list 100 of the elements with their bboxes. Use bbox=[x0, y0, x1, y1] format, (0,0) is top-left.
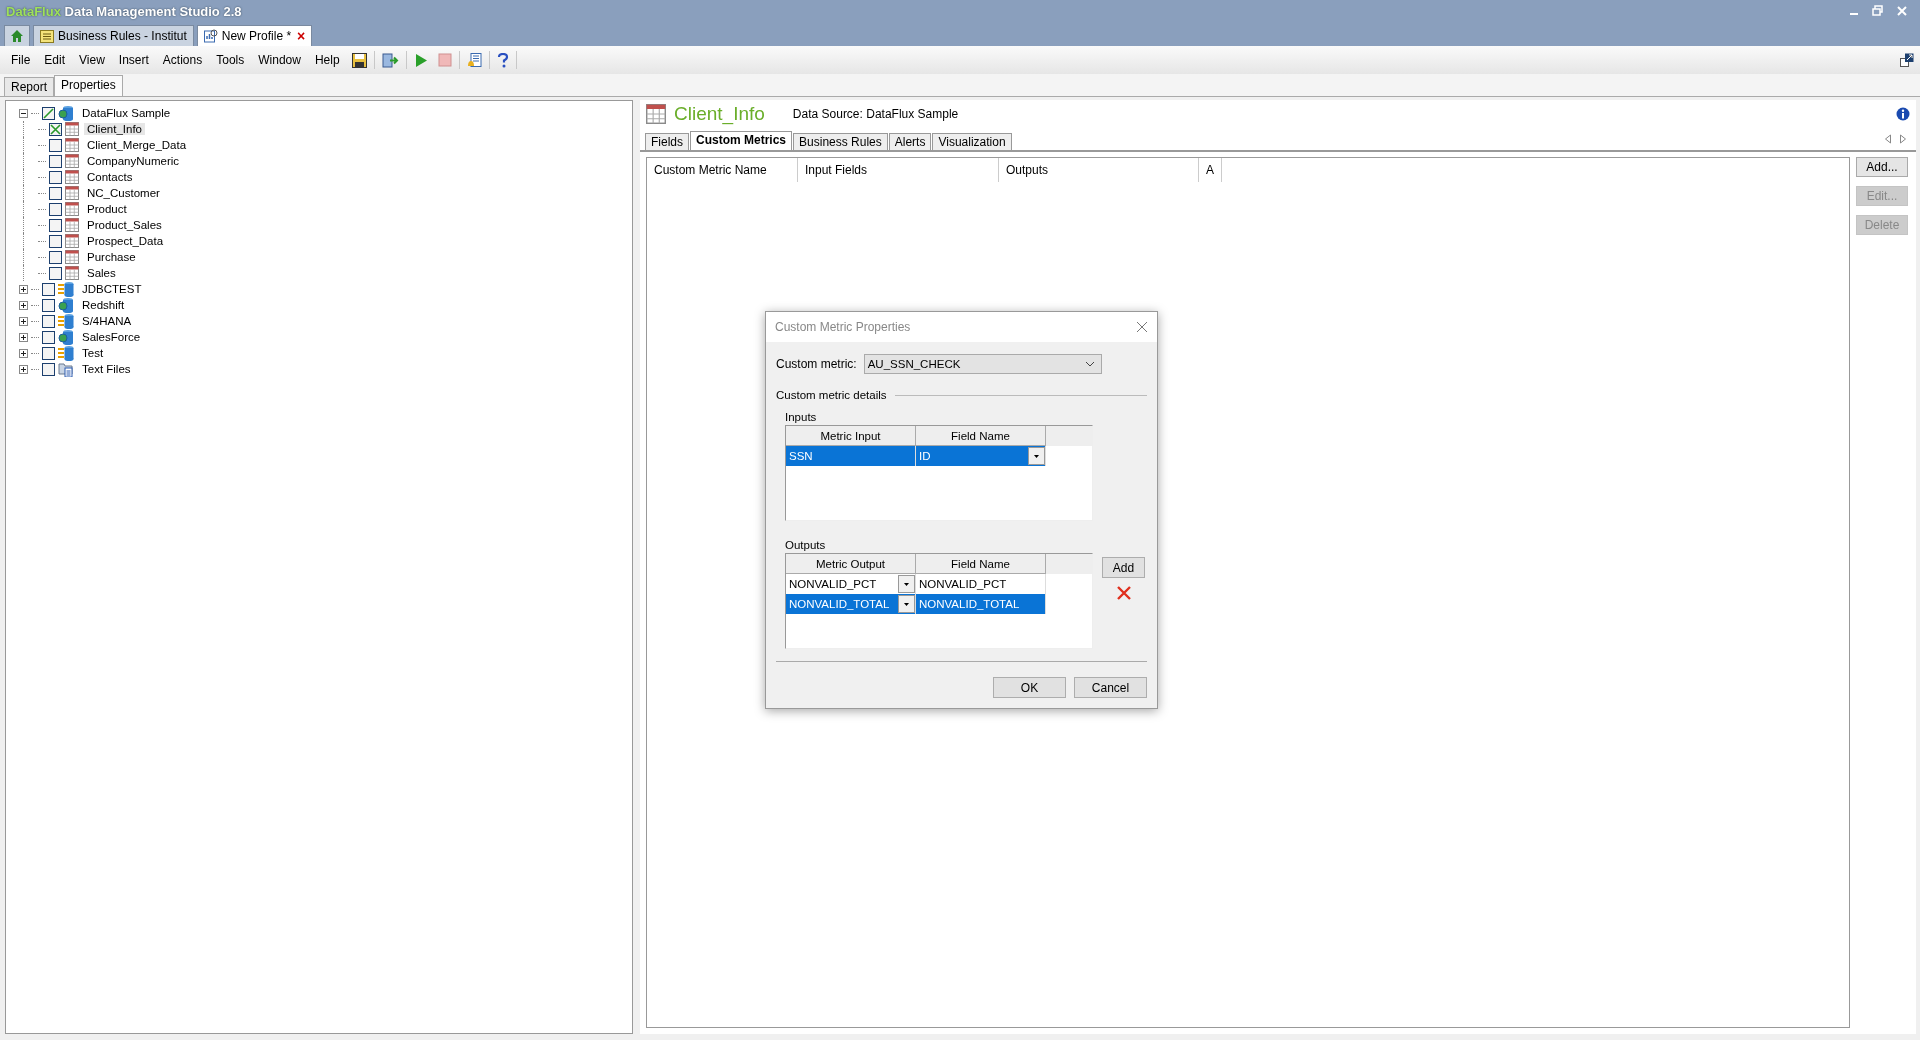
cancel-button[interactable]: Cancel bbox=[1074, 677, 1147, 698]
export-icon[interactable] bbox=[381, 52, 399, 68]
table-icon bbox=[65, 170, 79, 184]
document-tab[interactable]: Business Rules - Institut bbox=[33, 25, 194, 46]
play-icon[interactable] bbox=[413, 52, 428, 68]
checkbox[interactable] bbox=[49, 218, 62, 232]
checkbox[interactable] bbox=[49, 234, 62, 248]
tree-item[interactable]: Test bbox=[79, 347, 107, 359]
panel-tab[interactable]: Properties bbox=[54, 75, 123, 96]
grid-cell[interactable]: NONVALID_TOTAL bbox=[916, 594, 1046, 614]
checkbox[interactable] bbox=[49, 266, 62, 280]
app-title: DataFlux Data Management Studio 2.8 bbox=[6, 3, 243, 19]
tree-item[interactable]: SalesForce bbox=[79, 331, 144, 343]
table-icon bbox=[65, 138, 79, 152]
checkbox[interactable] bbox=[42, 298, 55, 312]
grid-cell[interactable]: NONVALID_TOTAL bbox=[786, 594, 916, 614]
home-tab[interactable] bbox=[4, 25, 30, 46]
tree-item[interactable]: Client_Info bbox=[84, 123, 145, 135]
tree-item[interactable]: Product bbox=[84, 203, 130, 215]
expand-icon[interactable] bbox=[19, 332, 28, 342]
home-icon bbox=[10, 29, 24, 43]
checkbox[interactable] bbox=[49, 122, 62, 136]
menu-item[interactable]: Edit bbox=[37, 53, 73, 67]
database-globe-icon bbox=[58, 329, 74, 345]
alert-report-icon[interactable] bbox=[466, 52, 482, 68]
info-icon[interactable] bbox=[1896, 107, 1910, 121]
tree-item[interactable]: Prospect_Data bbox=[84, 235, 167, 247]
tab[interactable]: Alerts bbox=[888, 133, 932, 150]
action-button[interactable]: Add... bbox=[1856, 157, 1908, 177]
checkbox[interactable] bbox=[49, 250, 62, 264]
pop-out-icon[interactable] bbox=[1900, 53, 1914, 67]
tree-item[interactable]: CompanyNumeric bbox=[84, 155, 183, 167]
add-button[interactable]: Add bbox=[1102, 557, 1145, 578]
table-icon bbox=[65, 122, 79, 136]
menu-item[interactable]: Actions bbox=[155, 53, 210, 67]
grid-cell[interactable]: NONVALID_PCT bbox=[916, 574, 1046, 594]
checkbox[interactable] bbox=[49, 186, 62, 200]
expand-icon[interactable] bbox=[19, 348, 28, 358]
column-header: A bbox=[1199, 158, 1222, 182]
expand-icon[interactable] bbox=[19, 300, 28, 310]
collapse-icon[interactable] bbox=[19, 108, 28, 118]
tree-item[interactable]: S/4HANA bbox=[79, 315, 135, 327]
dialog-title: Custom Metric Properties bbox=[775, 320, 911, 334]
tree-item[interactable]: Contacts bbox=[84, 171, 136, 183]
close-icon[interactable] bbox=[1136, 321, 1148, 333]
menu-item[interactable]: View bbox=[72, 53, 112, 67]
tree-item[interactable]: JDBCTEST bbox=[79, 283, 145, 295]
menu-item[interactable]: Tools bbox=[209, 53, 252, 67]
tree-item[interactable]: Redshift bbox=[79, 299, 128, 311]
checkbox[interactable] bbox=[42, 330, 55, 344]
panel-tab[interactable]: Report bbox=[4, 77, 55, 96]
checkbox[interactable] bbox=[49, 170, 62, 184]
save-icon[interactable] bbox=[351, 52, 367, 68]
expand-icon[interactable] bbox=[19, 284, 28, 294]
checkbox[interactable] bbox=[42, 346, 55, 360]
tree-item[interactable]: Sales bbox=[84, 267, 119, 279]
expand-icon[interactable] bbox=[19, 316, 28, 326]
document-tab[interactable]: New Profile * × bbox=[196, 25, 313, 46]
checkbox[interactable] bbox=[42, 314, 55, 328]
scroll-left-icon[interactable] bbox=[1884, 134, 1892, 144]
tree-item[interactable]: Text Files bbox=[79, 363, 134, 375]
checkbox[interactable] bbox=[49, 154, 62, 168]
table-icon bbox=[65, 186, 79, 200]
checkbox[interactable] bbox=[49, 138, 62, 152]
database-globe-icon bbox=[58, 297, 74, 313]
menu-item[interactable]: Window bbox=[251, 53, 308, 67]
tree-item[interactable]: Product_Sales bbox=[84, 219, 165, 231]
database-globe-icon bbox=[58, 105, 74, 121]
tree-item[interactable]: Purchase bbox=[84, 251, 139, 263]
checkbox[interactable] bbox=[42, 106, 55, 120]
grid-cell[interactable]: ID bbox=[916, 446, 1046, 466]
checkbox[interactable] bbox=[42, 362, 55, 376]
metric-dropdown[interactable]: AU_SSN_CHECK bbox=[863, 354, 1102, 374]
checkbox[interactable] bbox=[42, 282, 55, 296]
database-bars-icon bbox=[58, 281, 74, 297]
database-bars-icon bbox=[58, 313, 74, 329]
table-icon bbox=[65, 266, 79, 280]
expand-icon[interactable] bbox=[19, 364, 28, 374]
column-header: Input Fields bbox=[798, 158, 999, 182]
close-tab-button[interactable]: × bbox=[297, 28, 306, 44]
restore-icon[interactable] bbox=[1872, 5, 1884, 17]
tab[interactable]: Business Rules bbox=[793, 133, 888, 150]
tree-item[interactable]: DataFlux Sample bbox=[79, 107, 174, 119]
tab[interactable]: Fields bbox=[645, 133, 689, 150]
tree-item[interactable]: Client_Merge_Data bbox=[84, 139, 190, 151]
ok-button[interactable]: OK bbox=[993, 677, 1066, 698]
folder-document-icon bbox=[58, 361, 74, 377]
tree-item[interactable]: NC_Customer bbox=[84, 187, 163, 199]
help-icon[interactable] bbox=[496, 52, 509, 68]
scroll-right-icon[interactable] bbox=[1899, 134, 1907, 144]
menu-item[interactable]: Help bbox=[307, 53, 347, 67]
group-label: Inputs bbox=[785, 411, 818, 423]
tab[interactable]: Visualization bbox=[932, 133, 1012, 150]
menu-item[interactable]: Insert bbox=[111, 53, 156, 67]
tab[interactable]: Custom Metrics bbox=[690, 131, 793, 150]
grid-cell[interactable]: SSN bbox=[786, 446, 916, 466]
delete-icon[interactable] bbox=[1116, 586, 1131, 600]
checkbox[interactable] bbox=[49, 202, 62, 216]
menu-item[interactable]: File bbox=[4, 53, 38, 67]
grid-cell[interactable]: NONVALID_PCT bbox=[786, 574, 916, 594]
